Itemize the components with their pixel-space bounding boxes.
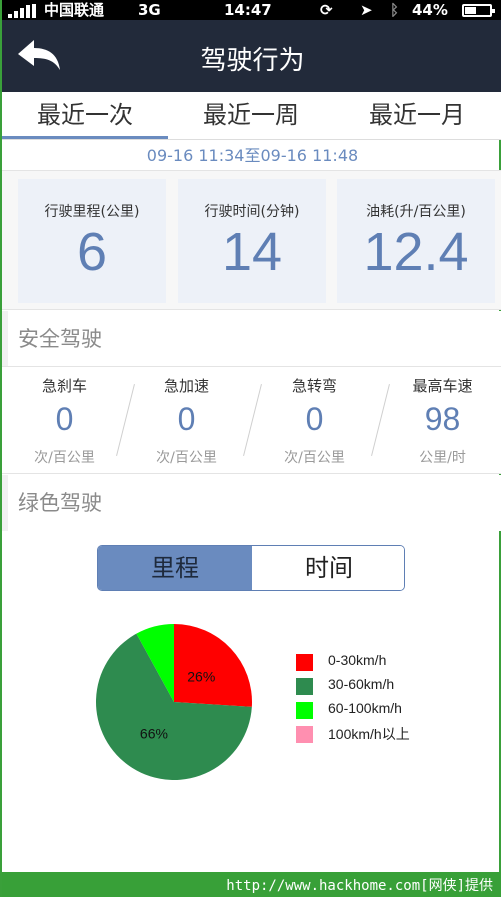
safe-unit: 次/百公里 (156, 450, 217, 466)
screen-frame: 中国联通 3G 14:47 ⟳ ➤ ᛒ 44% 驾驶行为 最近一次 最近一周 最… (0, 0, 501, 897)
safe-label: 最高车速 (412, 377, 473, 395)
safe-item-top-speed: 最高车速 98 公里/时 (380, 367, 501, 475)
stat-label: 油耗(升/百公里) (366, 204, 466, 220)
safe-driving-stats: 急刹车 0 次/百公里 急加速 0 次/百公里 急转弯 0 次/百公里 最高车速… (2, 366, 501, 474)
stat-label: 行驶里程(公里) (44, 204, 140, 220)
section-header-safe-driving: 安全驾驶 (2, 311, 501, 367)
stat-value: 12.4 (363, 222, 469, 282)
safe-item-hard-braking: 急刹车 0 次/百公里 (2, 367, 127, 475)
safe-label: 急加速 (163, 377, 209, 395)
safe-label: 急刹车 (41, 377, 87, 395)
battery-percent: 44% (412, 1, 448, 19)
stat-card-duration: 行驶时间(分钟) 14 (178, 179, 326, 303)
speed-distribution-pie-chart: 26% 66% (95, 624, 252, 780)
bluetooth-icon: ᛒ (390, 1, 400, 19)
legend-swatch (296, 726, 313, 743)
stat-card-distance: 行驶里程(公里) 6 (18, 179, 166, 303)
segment-time[interactable]: 时间 (252, 546, 404, 590)
safe-label: 急转弯 (291, 377, 337, 395)
carrier-name: 中国联通 (44, 1, 105, 19)
safe-value: 0 (55, 401, 74, 437)
navigation-bar: 驾驶行为 (2, 20, 501, 92)
pie-slice-0 (174, 624, 252, 707)
legend-swatch (296, 702, 313, 719)
safe-unit: 次/百公里 (284, 450, 345, 466)
legend-swatch (296, 678, 313, 695)
trip-stats: 行驶里程(公里) 6 行驶时间(分钟) 14 油耗(升/百公里) 12.4 (2, 170, 501, 310)
safe-item-hard-acceleration: 急加速 0 次/百公里 (124, 367, 249, 475)
safe-unit: 公里/时 (419, 450, 466, 466)
safe-item-sharp-turn: 急转弯 0 次/百公里 (252, 367, 377, 475)
network-type: 3G (138, 1, 161, 19)
safe-value: 98 (424, 401, 461, 437)
tab-last-trip[interactable]: 最近一次 (2, 92, 168, 138)
signal-strength-icon (8, 4, 38, 18)
status-bar: 中国联通 3G 14:47 ⟳ ➤ ᛒ 44% (2, 0, 501, 20)
tab-last-week[interactable]: 最近一周 (168, 92, 334, 138)
segment-distance[interactable]: 里程 (98, 546, 252, 590)
active-tab-indicator (2, 136, 168, 139)
metric-segmented-control: 里程 时间 (97, 545, 405, 591)
battery-icon (462, 4, 495, 17)
safe-unit: 次/百公里 (34, 450, 95, 466)
watermark-bar: http://www.hackhome.com[网侠]提供 (2, 872, 501, 897)
legend-label: 30-60km/h (328, 676, 395, 692)
location-icon: ➤ (360, 1, 373, 19)
pie-slice-label: 26% (187, 668, 215, 684)
stat-label: 行驶时间(分钟) (204, 204, 300, 220)
page-title: 驾驶行为 (200, 46, 305, 76)
stat-value: 14 (221, 222, 283, 282)
date-range: 09-16 11:34至09-16 11:48 (146, 146, 359, 165)
safe-value: 0 (177, 401, 196, 437)
section-header-green-driving: 绿色驾驶 (2, 475, 501, 531)
stat-card-fuel: 油耗(升/百公里) 12.4 (337, 179, 495, 303)
pie-slice-label: 66% (140, 726, 168, 742)
stat-value: 6 (76, 222, 108, 282)
period-tabs: 最近一次 最近一周 最近一月 (2, 92, 501, 140)
watermark-text: http://www.hackhome.com[网侠]提供 (226, 878, 493, 894)
legend-label: 0-30km/h (328, 652, 387, 668)
tab-last-month[interactable]: 最近一月 (334, 92, 500, 138)
safe-value: 0 (305, 401, 324, 437)
rotation-lock-icon: ⟳ (320, 1, 333, 19)
legend-label: 100km/h以上 (328, 726, 410, 742)
legend-label: 60-100km/h (328, 700, 402, 716)
legend-swatch (296, 654, 313, 671)
status-time: 14:47 (224, 1, 272, 19)
